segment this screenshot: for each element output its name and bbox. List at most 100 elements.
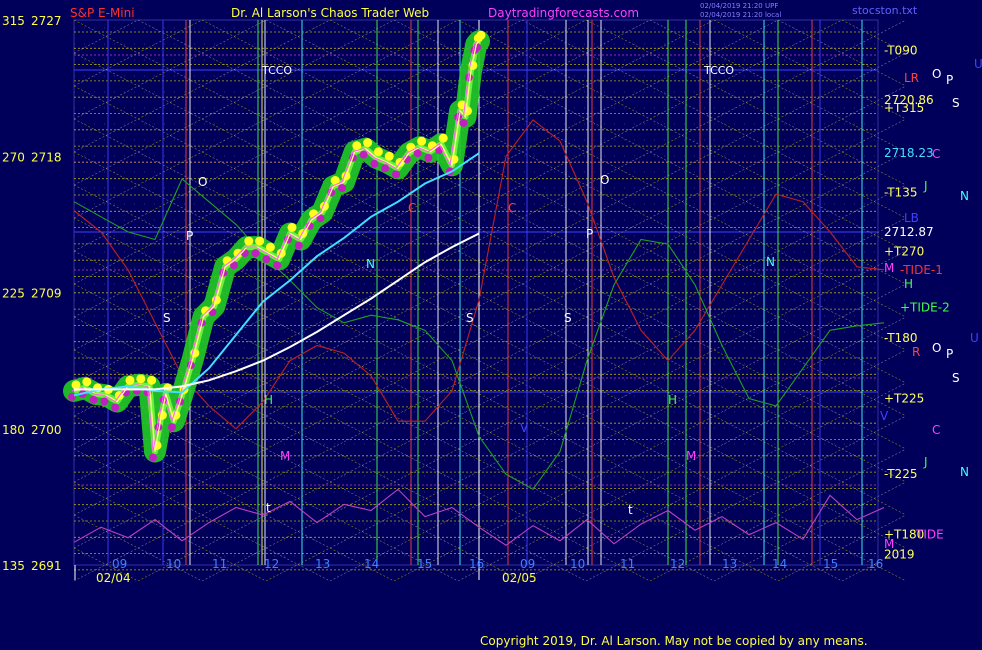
price-high-dot: [417, 136, 427, 146]
right-level-label: +T270: [884, 245, 924, 259]
price-high-dot: [265, 242, 275, 252]
planet-label: J: [923, 455, 928, 469]
chart-title: Dr. Al Larson's Chaos Trader Web: [231, 6, 429, 20]
y-tick-price: 2700: [31, 423, 62, 437]
price-high-dot: [136, 374, 146, 384]
x-date-label: 02/05: [502, 571, 537, 585]
chart-label: TCCO: [703, 64, 734, 77]
price-low-dot: [338, 183, 346, 192]
x-tick-hour: 15: [823, 557, 838, 571]
right-level-label: TIDE: [915, 528, 944, 542]
x-tick-hour: 11: [620, 557, 635, 571]
price-low-dot: [424, 153, 433, 162]
timestamp-2: 02/04/2019 21:20 local: [700, 11, 781, 19]
price-high-dot: [476, 30, 486, 40]
right-level-label: -T090: [884, 43, 917, 57]
price-low-dot: [251, 249, 260, 258]
planet-label: N: [960, 465, 969, 479]
y-tick-price: 2718: [31, 150, 62, 164]
x-tick-hour: 11: [212, 557, 227, 571]
y-tick-angle: 270: [2, 150, 25, 164]
x-tick-hour: 13: [315, 557, 330, 571]
price-high-dot: [352, 141, 362, 151]
planet-label: C: [932, 423, 940, 437]
price-high-dot: [363, 138, 373, 148]
price-low-dot: [294, 241, 303, 250]
price-low-dot: [381, 164, 390, 173]
price-low-dot: [149, 453, 157, 462]
planet-label: O: [932, 67, 941, 81]
planet-label: V: [880, 409, 889, 423]
x-tick-hour: 14: [364, 557, 379, 571]
price-low-dot: [273, 261, 282, 270]
chart-label: S: [163, 311, 171, 325]
x-tick-hour: 12: [264, 557, 279, 571]
price-high-dot: [244, 236, 254, 246]
chart-label: M: [686, 449, 696, 463]
right-level-label: -T225: [884, 467, 917, 481]
chart-label: N: [366, 257, 375, 271]
planet-label: U: [974, 57, 982, 71]
right-level-label: -T180: [884, 331, 917, 345]
price-high-dot: [71, 380, 81, 390]
price-low-dot: [167, 423, 176, 432]
planet-label: C: [932, 147, 940, 161]
y-tick-price: 2709: [31, 287, 62, 301]
x-tick-hour: 09: [112, 557, 127, 571]
planet-label: J: [923, 179, 928, 193]
x-tick-hour: 09: [520, 557, 535, 571]
price-low-dot: [459, 118, 468, 127]
right-level-label: +T225: [884, 391, 924, 405]
x-tick-hour: 12: [670, 557, 685, 571]
symbol-title: S&P E-Mini: [70, 6, 135, 20]
price-high-dot: [255, 236, 265, 246]
price-low-dot: [392, 170, 400, 179]
x-tick-hour: 15: [417, 557, 432, 571]
chart-label: P: [186, 229, 193, 243]
x-tick-hour: 16: [469, 557, 484, 571]
chart-label: H: [264, 393, 273, 407]
chart-label: t: [266, 501, 271, 515]
price-high-dot: [287, 222, 297, 232]
y-tick-price: 2691: [31, 559, 62, 573]
chart-label: H: [668, 393, 677, 407]
planet-label: M: [884, 261, 894, 275]
planet-label: S: [952, 96, 960, 110]
x-tick-hour: 16: [868, 557, 883, 571]
price-high-dot: [438, 133, 448, 143]
planet-label: LR: [904, 71, 919, 85]
chart-label: S: [564, 311, 572, 325]
planet-label: P: [946, 347, 953, 361]
right-level-label: -T135: [884, 186, 917, 200]
price-low-dot: [370, 159, 379, 168]
price-high-dot: [147, 375, 157, 385]
price-low-dot: [68, 392, 76, 401]
price-high-dot: [373, 147, 383, 157]
y-tick-angle: 180: [2, 423, 25, 437]
planet-label: R: [912, 345, 920, 359]
planet-label: M: [884, 537, 894, 551]
chart-label: N: [766, 255, 775, 269]
chart-label: V: [520, 421, 529, 435]
right-level-label: 2712.87: [884, 225, 934, 239]
price-low-dot: [262, 255, 271, 264]
y-tick-angle: 315: [2, 14, 25, 28]
price-low-dot: [100, 397, 109, 406]
x-tick-hour: 10: [570, 557, 585, 571]
chart-label: C: [408, 201, 416, 215]
price-low-dot: [111, 403, 120, 412]
planet-label: N: [960, 189, 969, 203]
y-tick-price: 2727: [31, 14, 62, 28]
planet-label: U: [970, 331, 979, 345]
x-date-label: 02/04: [96, 571, 131, 585]
x-tick-hour: 10: [166, 557, 181, 571]
planet-label: H: [904, 277, 913, 291]
x-tick-hour: 14: [772, 557, 787, 571]
chart-label: t: [628, 503, 633, 517]
planet-label: P: [946, 73, 953, 87]
right-level-label: -TIDE-1: [900, 263, 943, 277]
right-level-label: 2720.86: [884, 93, 934, 107]
chart-window: 315 2727 270 2718 225 2709 180 2700 135 2691 09 10 1…: [0, 0, 982, 650]
y-tick-angle: 135: [2, 559, 25, 573]
chart-label: P: [586, 227, 593, 241]
